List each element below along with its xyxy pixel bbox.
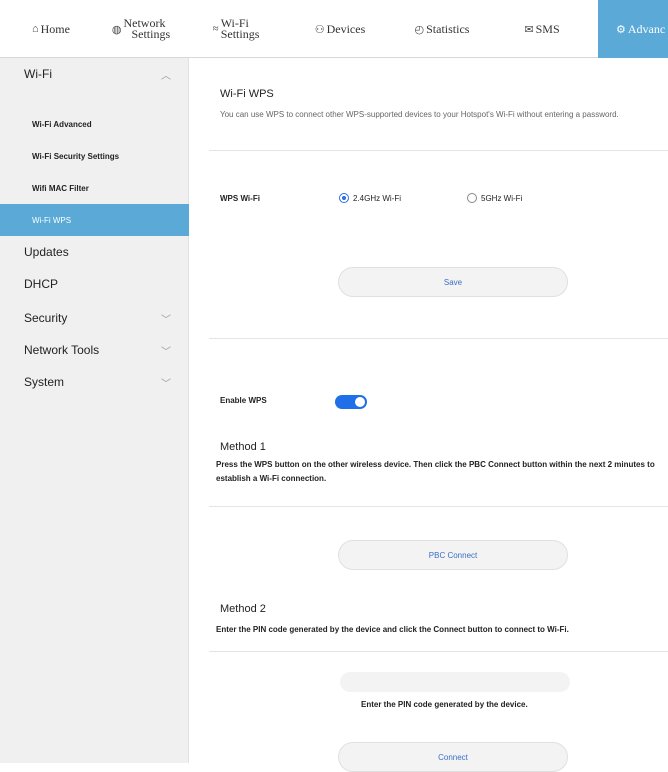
globe-icon: ◍ [111, 23, 122, 36]
sidebar-item-security[interactable]: Security ﹀ [0, 302, 189, 334]
sidebar: Wi-Fi ︿ Wi-Fi Advanced Wi-Fi Security Se… [0, 58, 189, 763]
sidebar-item-label: Network Tools [24, 343, 100, 357]
nav-tab-label: Devices [326, 21, 366, 36]
statistics-icon: ◴ [414, 23, 425, 36]
nav-tab-devices[interactable]: ⚇ Devices [298, 0, 382, 58]
radio-option-5ghz[interactable]: 5GHz Wi-Fi [467, 193, 522, 203]
method-2-description: Enter the PIN code generated by the devi… [216, 625, 569, 634]
enable-wps-label: Enable WPS [220, 396, 267, 405]
radio-button-selected[interactable] [339, 193, 349, 203]
sidebar-item-label: Wi-Fi [24, 67, 52, 81]
wifi-icon: ≈ [212, 23, 219, 35]
nav-tab-label: SMS [535, 21, 560, 36]
gear-icon: ⚙ [616, 23, 626, 36]
nav-tab-label: Home [40, 21, 70, 36]
nav-tab-wifi-settings[interactable]: ≈ Wi-Fi Settings [196, 0, 276, 58]
method-2-title: Method 2 [220, 603, 266, 615]
divider [209, 506, 668, 507]
wps-wifi-label: WPS Wi-Fi [220, 194, 260, 203]
sidebar-item-label: Security [24, 311, 68, 325]
sidebar-item-label: Wi-Fi WPS [32, 215, 72, 225]
envelope-icon: ✉ [524, 23, 534, 36]
page-title: Wi-Fi WPS [220, 88, 274, 100]
sidebar-item-label: DHCP [24, 277, 59, 291]
sidebar-item-label: Updates [24, 245, 69, 259]
nav-tab-statistics[interactable]: ◴ Statistics [398, 0, 486, 58]
sidebar-subitem-wifi-mac-filter[interactable]: Wifi MAC Filter [0, 172, 189, 204]
sidebar-item-dhcp[interactable]: DHCP [0, 268, 189, 300]
page-description: You can use WPS to connect other WPS-sup… [220, 110, 619, 119]
sidebar-item-label: Wifi MAC Filter [32, 183, 89, 193]
sidebar-subitem-wifi-advanced[interactable]: Wi-Fi Advanced [0, 108, 189, 140]
connect-button[interactable]: Connect [338, 742, 568, 772]
radio-label: 5GHz Wi-Fi [481, 193, 523, 203]
chevron-down-icon: ﹀ [161, 378, 171, 390]
nav-tab-network-settings[interactable]: ◍ Network Settings [100, 0, 182, 58]
nav-tab-label-line2: Settings [131, 27, 171, 41]
sidebar-item-system[interactable]: System ﹀ [0, 366, 189, 398]
home-icon: ⌂ [32, 23, 39, 35]
sidebar-subitem-wifi-security-settings[interactable]: Wi-Fi Security Settings [0, 140, 189, 172]
sidebar-item-updates[interactable]: Updates [0, 236, 189, 268]
pin-code-input[interactable] [340, 672, 570, 692]
nav-tab-sms[interactable]: ✉ SMS [500, 0, 584, 58]
pbc-connect-button[interactable]: PBC Connect [338, 540, 568, 570]
pin-code-hint: Enter the PIN code generated by the devi… [361, 700, 528, 709]
main-content: Wi-Fi WPS You can use WPS to connect oth… [189, 58, 668, 772]
divider [209, 651, 668, 652]
nav-tab-home[interactable]: ⌂ Home [10, 0, 92, 58]
enable-wps-toggle[interactable] [335, 395, 367, 409]
devices-icon: ⚇ [314, 23, 325, 36]
chevron-down-icon: ﹀ [161, 346, 171, 358]
chevron-up-icon: ︿ [161, 70, 171, 82]
nav-tab-label: Statistics [426, 21, 470, 36]
chevron-down-icon: ﹀ [161, 314, 171, 326]
method-1-title: Method 1 [220, 441, 266, 453]
nav-tab-label-line2: Settings [220, 27, 260, 41]
sidebar-item-label: Wi-Fi Security Settings [32, 151, 120, 161]
save-button[interactable]: Save [338, 267, 568, 297]
divider [209, 150, 668, 151]
top-navigation: ⌂ Home ◍ Network Settings ≈ Wi-Fi Settin… [0, 0, 668, 58]
sidebar-item-label: Wi-Fi Advanced [32, 119, 92, 129]
nav-tab-advanced[interactable]: ⚙ Advanc [598, 0, 668, 58]
divider [209, 338, 668, 339]
sidebar-item-network-tools[interactable]: Network Tools ﹀ [0, 334, 189, 366]
method-1-description: Press the WPS button on the other wirele… [216, 460, 655, 483]
radio-button[interactable] [467, 193, 477, 203]
radio-label: 2.4GHz Wi-Fi [353, 193, 401, 203]
nav-tab-label: Advanc [627, 21, 666, 36]
sidebar-subitem-wifi-wps[interactable]: Wi-Fi WPS [0, 204, 189, 236]
sidebar-item-wifi[interactable]: Wi-Fi ︿ [0, 58, 189, 90]
radio-option-24ghz[interactable]: 2.4GHz Wi-Fi [339, 193, 401, 203]
sidebar-item-label: System [24, 375, 65, 389]
